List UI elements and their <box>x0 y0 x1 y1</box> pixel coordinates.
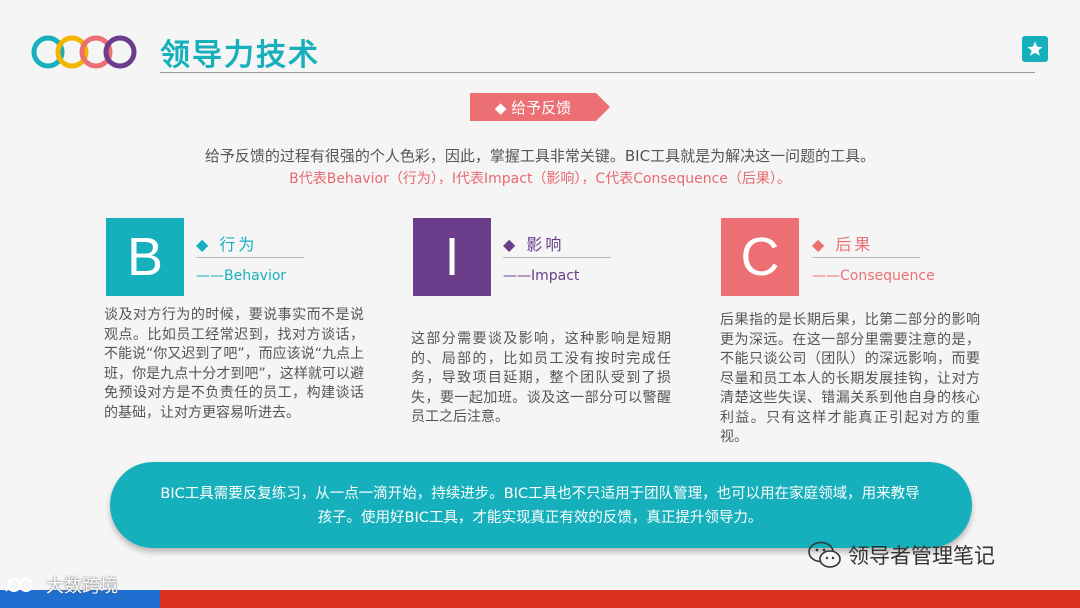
column-divider <box>503 257 611 258</box>
rings-logo-icon <box>31 35 137 69</box>
intro-line-1: 给予反馈的过程有很强的个人色彩，因此，掌握工具非常关键。BIC工具就是为解决这一… <box>204 147 876 165</box>
wechat-icon <box>808 541 841 568</box>
column-title-behavior: ◆ 行为 <box>196 235 258 254</box>
section-tag-label: ◆ 给予反馈 <box>494 98 572 117</box>
letter-box-i: I <box>413 218 491 296</box>
star-icon <box>1027 41 1043 56</box>
column-subtitle-impact: ——Impact <box>503 268 580 284</box>
brand-watermark: 大数跨境 <box>4 572 118 598</box>
column-text-consequence: 后果指的是长期后果，比第二部分的影响更为深远。在这一部分里需要注意的是，不能只谈… <box>720 312 980 445</box>
header-divider <box>160 72 1035 73</box>
column-text-impact: 这部分需要谈及影响，这种影响是短期的、局部的，比如员工没有按时完成任务，导致项目… <box>411 331 671 425</box>
bottom-color-bar <box>0 590 1080 608</box>
column-title-impact: ◆ 影响 <box>503 235 565 254</box>
star-button[interactable] <box>1022 36 1048 62</box>
wechat-watermark: 领导者管理笔记 <box>808 540 995 570</box>
column-text-behavior: 谈及对方行为的时候，要说事实而不是说观点。比如员工经常迟到，找对方谈话，不能说“… <box>104 307 364 421</box>
letter-box-c: C <box>721 218 799 296</box>
column-title-consequence: ◆ 后果 <box>812 235 874 254</box>
section-tag: ◆ 给予反馈 <box>470 93 610 121</box>
page-title: 领导力技术 <box>160 38 320 73</box>
letter-box-b: B <box>106 218 184 296</box>
column-divider <box>812 257 920 258</box>
summary-callout-text: BIC工具需要反复练习，从一点一滴开始，持续进步。BIC工具也不只适用于团队管理… <box>160 486 920 526</box>
intro-line-2: B代表Behavior（行为），I代表Impact（影响），C代表Consequ… <box>289 171 791 187</box>
brand-logo-icon <box>5 578 33 592</box>
wechat-account-name: 领导者管理笔记 <box>848 544 995 568</box>
column-divider <box>196 257 304 258</box>
brand-watermark-text: 大数跨境 <box>46 576 118 597</box>
column-subtitle-behavior: ——Behavior <box>196 268 287 284</box>
column-subtitle-consequence: ——Consequence <box>812 268 935 284</box>
